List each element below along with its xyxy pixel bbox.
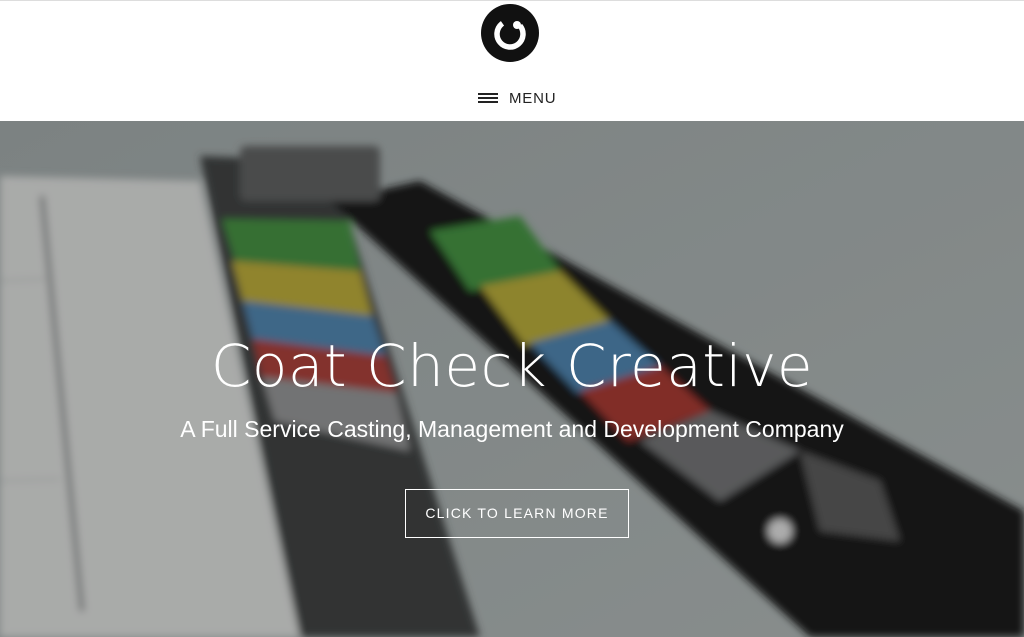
menu-toggle[interactable]: MENU xyxy=(478,87,556,109)
hamburger-menu-icon xyxy=(478,93,498,103)
coat-check-logo-icon[interactable] xyxy=(481,4,539,62)
menu-label: MENU xyxy=(509,89,557,107)
hero-section: Coat Check Creative A Full Service Casti… xyxy=(0,121,1024,637)
site-header: MENU xyxy=(0,0,1024,121)
hero-subtitle: A Full Service Casting, Management and D… xyxy=(180,416,844,442)
hero-title: Coat Check Creative xyxy=(210,332,814,400)
learn-more-button[interactable]: CLICK TO LEARN MORE xyxy=(405,489,629,538)
